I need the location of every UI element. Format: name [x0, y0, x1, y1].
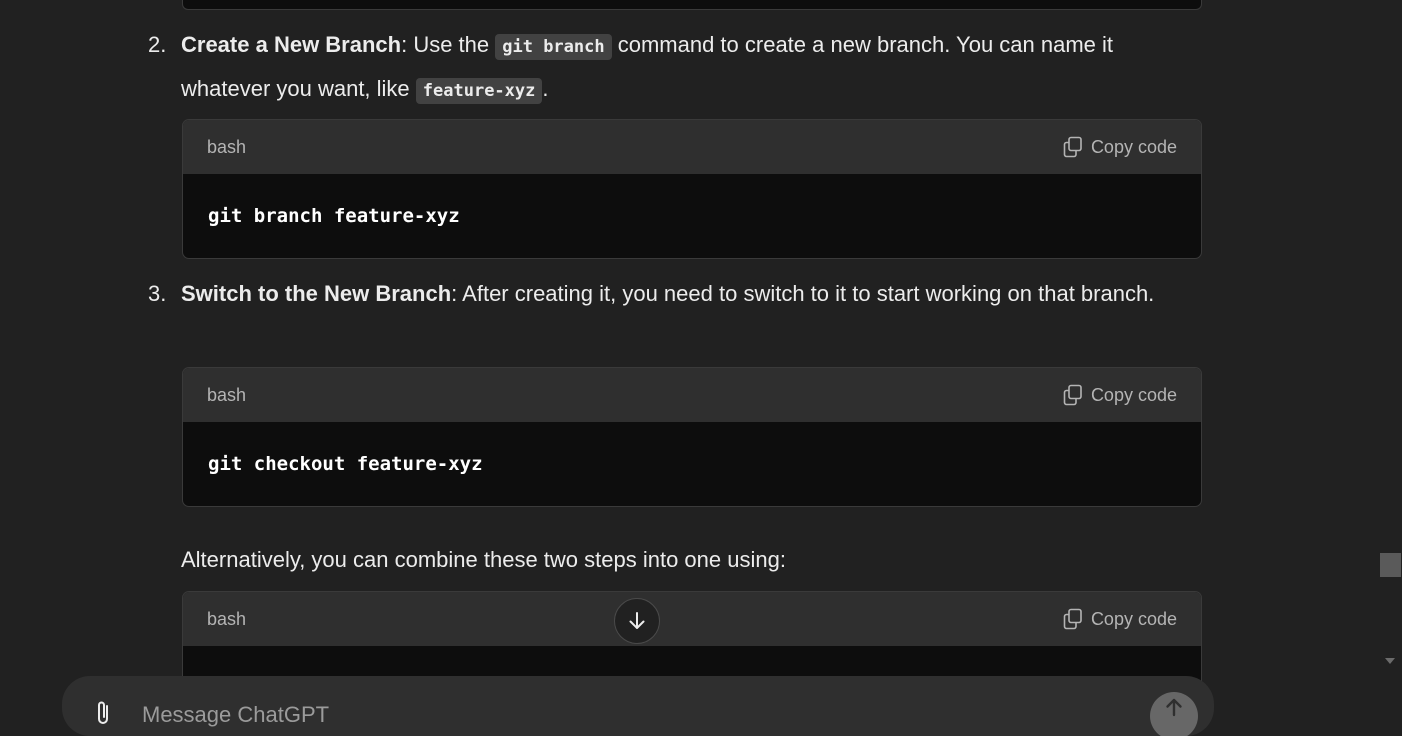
- code-language-label: bash: [207, 608, 247, 629]
- scrollbar-thumb[interactable]: [1380, 553, 1401, 577]
- step-text: : After creating it, you need to switch …: [451, 281, 1155, 306]
- send-button[interactable]: [1150, 692, 1198, 736]
- step-text: : Use the: [401, 32, 496, 57]
- code-content: git checkout feature-xyz: [208, 453, 483, 475]
- message-input[interactable]: Message ChatGPT: [142, 702, 329, 728]
- step-paragraph: Switch to the New Branch: After creating…: [181, 273, 1191, 315]
- copy-icon: [1063, 136, 1082, 158]
- list-number: 2.: [148, 32, 167, 57]
- copy-code-button[interactable]: Copy code: [1063, 136, 1177, 158]
- copy-code-button[interactable]: Copy code: [1063, 384, 1177, 406]
- code-language-label: bash: [207, 136, 247, 157]
- step-text: .: [542, 76, 549, 101]
- message-composer: Message ChatGPT: [62, 676, 1214, 736]
- code-block: bash Copy code git branch feature-xyz: [182, 119, 1202, 259]
- previous-code-block-bottom: [182, 0, 1202, 10]
- code-block-header: bash Copy code: [183, 368, 1201, 422]
- code-content: git branch feature-xyz: [208, 205, 460, 227]
- copy-icon: [1063, 608, 1082, 630]
- copy-icon: [1063, 384, 1082, 406]
- code-block-header: bash Copy code: [183, 120, 1201, 174]
- copy-code-button[interactable]: Copy code: [1063, 608, 1177, 630]
- copy-code-label: Copy code: [1090, 136, 1177, 157]
- list-number: 3.: [148, 281, 167, 306]
- paperclip-icon[interactable]: [92, 698, 116, 728]
- code-language-label: bash: [207, 384, 247, 405]
- code-block-header: bash Copy code: [183, 592, 1201, 646]
- copy-code-label: Copy code: [1090, 384, 1177, 405]
- step-title: Switch to the New Branch: [181, 281, 452, 306]
- arrow-up-icon: [1166, 698, 1182, 717]
- scroll-to-bottom-button[interactable]: [614, 598, 660, 644]
- inline-code: git branch: [495, 34, 612, 60]
- step-title: Create a New Branch: [181, 32, 402, 57]
- scrollbar-down-arrow[interactable]: [1385, 658, 1395, 664]
- alternative-paragraph: Alternatively, you can combine these two…: [181, 547, 786, 572]
- inline-code: feature-xyz: [415, 78, 543, 104]
- step-paragraph: Create a New Branch: Use the git branch …: [181, 24, 1191, 112]
- copy-code-label: Copy code: [1090, 608, 1177, 629]
- code-block: bash Copy code git checkout feature-xyz: [182, 367, 1202, 507]
- arrow-down-icon: [629, 612, 645, 629]
